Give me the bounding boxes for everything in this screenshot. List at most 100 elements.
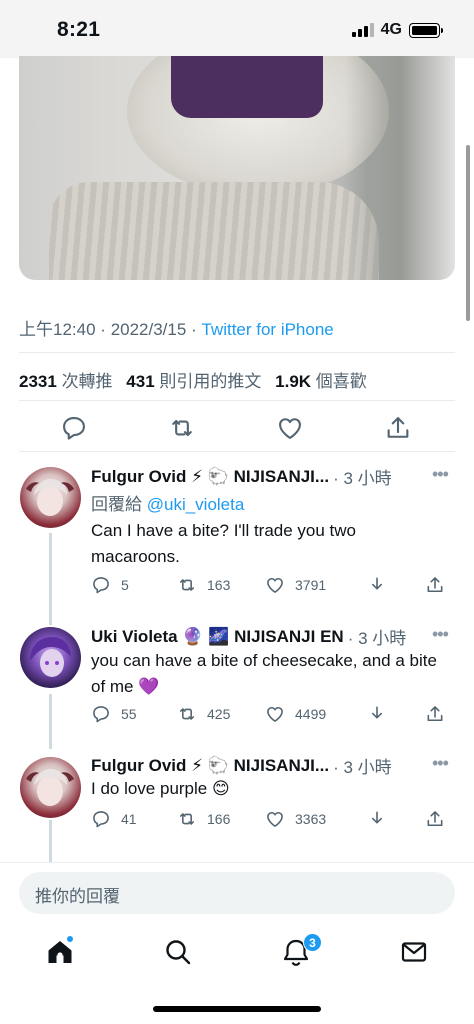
- reply-count: 55: [121, 706, 137, 722]
- reply-author[interactable]: Uki Violeta 🔮 🌌 NIJISANJI EN · 3 小時: [91, 624, 406, 649]
- like-button[interactable]: 3363: [265, 809, 326, 829]
- reply-text: I do love purple 😊: [91, 779, 230, 798]
- avatar[interactable]: [20, 467, 81, 528]
- display-name[interactable]: Fulgur Ovid ⚡ 🐑 NIJISANJI...: [91, 467, 329, 487]
- share-button[interactable]: [425, 575, 445, 595]
- display-name[interactable]: Uki Violeta 🔮 🌌 NIJISANJI EN: [91, 627, 344, 647]
- share-icon: [427, 811, 443, 827]
- status-indicators: 4G: [351, 21, 443, 39]
- likes-count[interactable]: 1.9K: [275, 372, 311, 391]
- reply-compose-input[interactable]: 推你的回覆: [19, 872, 455, 914]
- reply-button[interactable]: 55: [91, 704, 137, 724]
- share-button[interactable]: [425, 704, 445, 724]
- download-icon: [372, 811, 382, 824]
- retweet-button[interactable]: 163: [177, 575, 230, 595]
- battery-icon: [409, 22, 443, 38]
- download-icon: [372, 577, 382, 590]
- messages-icon[interactable]: [398, 936, 430, 968]
- share-icon: [427, 706, 443, 722]
- reply-author[interactable]: Fulgur Ovid ⚡ 🐑 NIJISANJI... · 3 小時: [91, 753, 392, 778]
- divider: [19, 352, 455, 353]
- tweet-photo[interactable]: [19, 56, 455, 280]
- retweet-icon[interactable]: [168, 414, 196, 442]
- network-type: 4G: [380, 21, 402, 38]
- reply-time: · 3 小時: [333, 469, 392, 488]
- reply-icon: [93, 811, 109, 828]
- reply-time: · 3 小時: [347, 629, 407, 648]
- status-time: 8:21: [57, 18, 101, 41]
- thread-line: [49, 694, 52, 749]
- compose-placeholder: 推你的回覆: [35, 887, 120, 906]
- reply-actions: 55 425 4499: [91, 704, 451, 728]
- status-bar: 8:21 4G: [0, 0, 474, 58]
- download-button[interactable]: [367, 704, 387, 724]
- mention-link[interactable]: @uki_violeta: [147, 495, 245, 514]
- like-count: 3363: [295, 811, 327, 827]
- retweet-count: 166: [207, 811, 231, 827]
- tab-bar: 3: [0, 932, 474, 976]
- reply-button[interactable]: 5: [91, 575, 129, 595]
- thread-line: [49, 533, 52, 625]
- reply-button[interactable]: 41: [91, 809, 137, 829]
- retweet-icon: [179, 708, 195, 720]
- like-icon[interactable]: [276, 414, 304, 442]
- reply-icon: [93, 706, 109, 723]
- divider: [19, 400, 455, 401]
- like-count: 4499: [295, 706, 327, 722]
- home-indicator[interactable]: [153, 1006, 321, 1012]
- like-icon: [267, 706, 283, 722]
- reply-icon[interactable]: [60, 414, 88, 442]
- share-button[interactable]: [425, 809, 445, 829]
- search-icon[interactable]: [162, 936, 194, 968]
- retweets-count[interactable]: 2331: [19, 372, 57, 391]
- like-count: 3791: [295, 577, 327, 593]
- retweet-count: 163: [207, 577, 231, 593]
- notification-badge: 3: [303, 933, 322, 952]
- reply-actions: 5 163 3791: [91, 575, 451, 599]
- retweet-button[interactable]: 166: [177, 809, 230, 829]
- display-name[interactable]: Fulgur Ovid ⚡ 🐑 NIJISANJI...: [91, 756, 329, 776]
- signal-icon: [351, 23, 374, 37]
- more-options-icon[interactable]: •••: [432, 753, 449, 774]
- retweet-icon: [179, 813, 195, 825]
- reply-text: you can have a bite of cheesecake, and a…: [91, 651, 437, 696]
- thread-line: [49, 820, 52, 862]
- home-unread-dot: [66, 935, 74, 943]
- retweet-icon: [179, 579, 195, 591]
- reply-icon: [93, 577, 109, 594]
- retweet-button[interactable]: 425: [177, 704, 230, 724]
- quotes-count[interactable]: 431: [126, 372, 154, 391]
- share-icon: [427, 577, 443, 593]
- replying-to: 回覆給 @uki_violeta: [91, 495, 245, 514]
- share-icon[interactable]: [384, 414, 412, 442]
- download-button[interactable]: [367, 809, 387, 829]
- like-button[interactable]: 4499: [265, 704, 326, 724]
- like-button[interactable]: 3791: [265, 575, 326, 595]
- avatar[interactable]: [20, 757, 81, 818]
- like-icon: [267, 577, 283, 593]
- quotes-label[interactable]: 則引用的推文: [159, 372, 261, 391]
- reply-author[interactable]: Fulgur Ovid ⚡ 🐑 NIJISANJI... · 3 小時: [91, 464, 392, 489]
- reply-text: Can I have a bite? I'll trade you two ma…: [91, 521, 357, 566]
- retweet-count: 425: [207, 706, 231, 722]
- more-options-icon[interactable]: •••: [432, 464, 449, 485]
- tweet-meta: 上午12:40 · 2022/3/15 · Twitter for iPhone: [19, 320, 334, 339]
- reply-actions: 41 166 3363: [91, 809, 451, 833]
- like-icon: [267, 811, 283, 827]
- retweets-label[interactable]: 次轉推: [62, 372, 113, 391]
- reply-time: · 3 小時: [333, 758, 392, 777]
- download-icon: [372, 706, 382, 719]
- tweet-date: 2022/3/15: [110, 320, 187, 339]
- more-options-icon[interactable]: •••: [432, 624, 449, 645]
- tweet-time: 上午12:40: [19, 320, 96, 339]
- tweet-source-link[interactable]: Twitter for iPhone: [201, 320, 333, 339]
- divider: [19, 451, 455, 452]
- reply-count: 5: [121, 577, 129, 593]
- avatar[interactable]: [20, 627, 81, 688]
- download-button[interactable]: [367, 575, 387, 595]
- tweet-stats: 2331 次轉推 431 則引用的推文 1.9K 個喜歡: [19, 367, 367, 392]
- reply-count: 41: [121, 811, 137, 827]
- likes-label[interactable]: 個喜歡: [316, 372, 367, 391]
- scrollbar[interactable]: [466, 145, 470, 321]
- tweet-actions: [0, 408, 474, 448]
